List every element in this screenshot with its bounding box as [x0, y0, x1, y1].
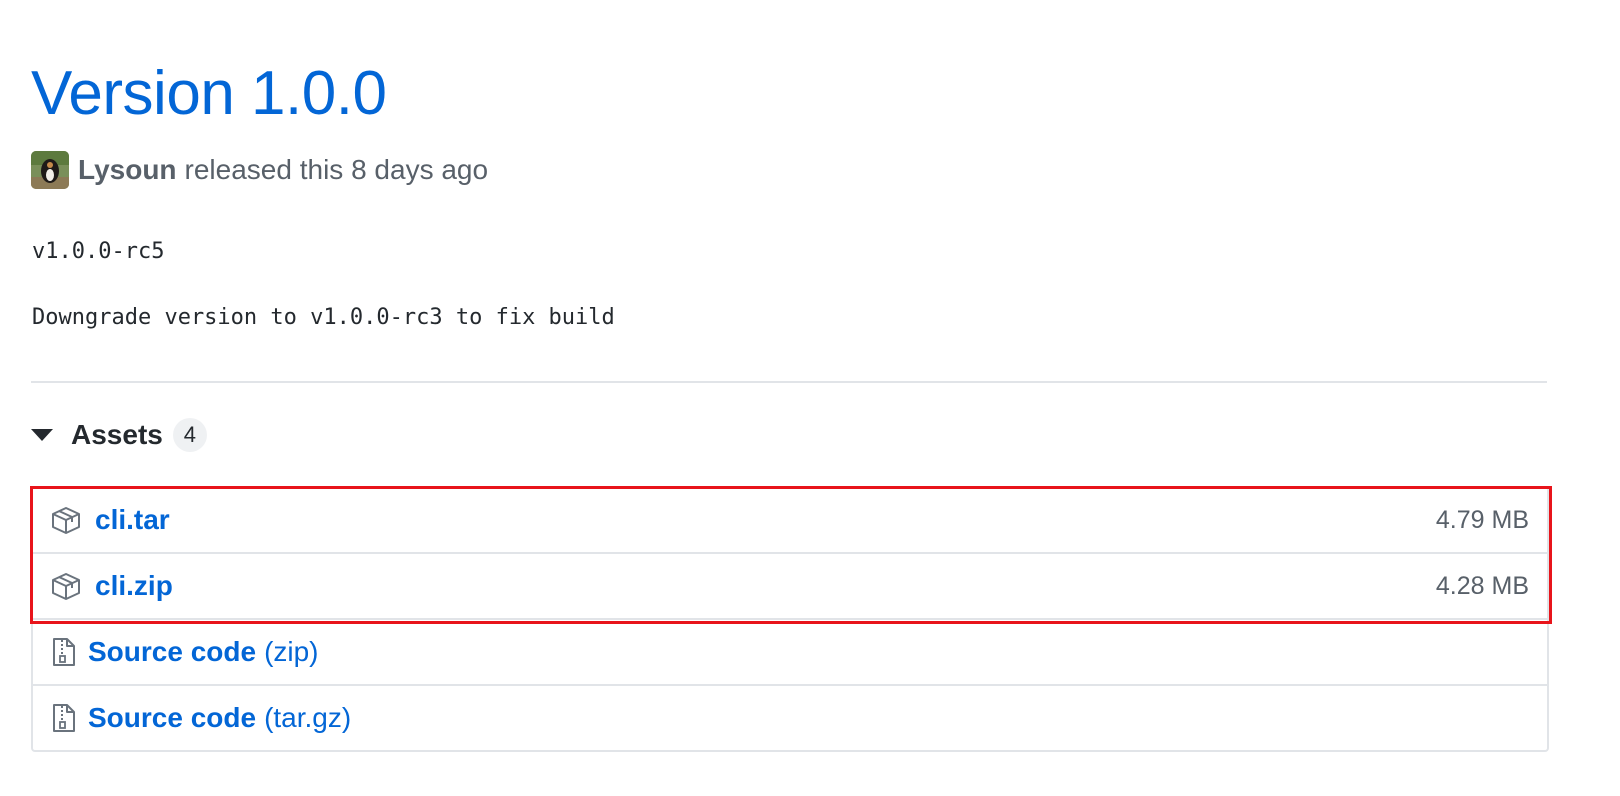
package-icon [52, 507, 80, 534]
asset-row: Source code (tar.gz) [33, 684, 1547, 750]
asset-list: cli.tar 4.79 MB cli.zip 4.28 MB Source c… [31, 486, 1549, 752]
release-page: Version 1.0.0 Lysoun released this 8 day… [0, 0, 1620, 796]
release-note-line: v1.0.0-rc5 [32, 239, 165, 264]
triangle-down-icon [31, 429, 53, 441]
assets-count-badge: 4 [172, 418, 207, 452]
asset-row: cli.tar 4.79 MB [33, 488, 1547, 552]
avatar[interactable] [31, 151, 69, 189]
package-icon [52, 573, 80, 600]
file-zip-icon [53, 638, 75, 666]
released-text: released this 8 days ago [184, 154, 489, 185]
file-zip-icon [53, 704, 75, 732]
assets-toggle[interactable]: Assets 4 [31, 414, 207, 456]
assets-label: Assets [71, 419, 163, 450]
source-code-zip-link[interactable]: Source code [88, 636, 256, 668]
source-code-suffix[interactable]: (zip) [264, 636, 318, 668]
source-code-suffix[interactable]: (tar.gz) [264, 702, 351, 734]
release-meta: Lysoun released this 8 days ago [31, 150, 488, 190]
release-notes: v1.0.0-rc5 Downgrade version to v1.0.0-r… [32, 236, 615, 334]
asset-size: 4.28 MB [1435, 571, 1529, 600]
asset-row: cli.zip 4.28 MB [33, 552, 1547, 618]
release-title[interactable]: Version 1.0.0 [31, 56, 387, 132]
author-name[interactable]: Lysoun [78, 154, 177, 186]
source-code-targz-link[interactable]: Source code [88, 702, 256, 734]
asset-link-cli-tar[interactable]: cli.tar [95, 504, 170, 536]
divider [31, 381, 1547, 383]
release-note-line: Downgrade version to v1.0.0-rc3 to fix b… [32, 305, 615, 330]
asset-size: 4.79 MB [1435, 505, 1529, 534]
asset-row: Source code (zip) [33, 618, 1547, 684]
asset-link-cli-zip[interactable]: cli.zip [95, 570, 173, 602]
